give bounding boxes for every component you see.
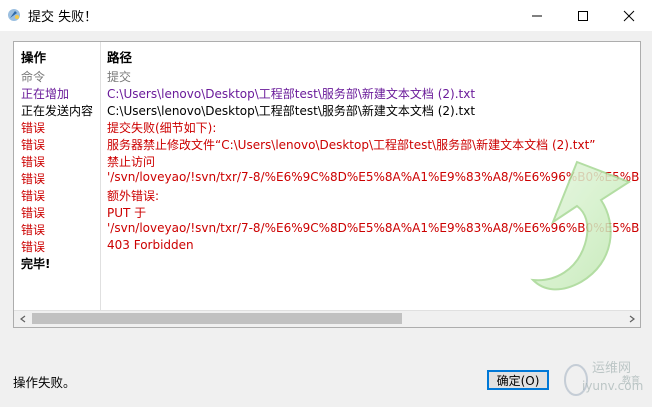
- ok-button[interactable]: 确定(O): [487, 370, 549, 390]
- row-operation: 正在发送内容: [21, 104, 94, 118]
- row-operation: 错误: [21, 240, 46, 254]
- row-operation: 完毕!: [21, 257, 51, 271]
- status-text: 操作失败。: [13, 375, 76, 390]
- minimize-button[interactable]: [514, 0, 560, 31]
- log-list[interactable]: 操作 路径 命令 提交 正在增加 C:\Users\lenovo\Desktop…: [13, 41, 641, 328]
- title-bar: 提交 失败！: [0, 0, 652, 31]
- row-operation: 错误: [21, 155, 46, 169]
- table-row[interactable]: 错误 提交失败(细节如下):: [14, 118, 640, 135]
- row-path: 提交失败(细节如下):: [107, 121, 217, 135]
- table-row[interactable]: 错误 服务器禁止修改文件“C:\Users\lenovo\Desktop\工程部…: [14, 135, 640, 152]
- row-operation: 错误: [21, 223, 46, 237]
- watermark-text-1: 运维网: [592, 361, 631, 376]
- scroll-right-icon[interactable]: [623, 311, 640, 327]
- row-operation: 错误: [21, 206, 46, 220]
- close-button[interactable]: [606, 0, 652, 31]
- row-path: 禁止访问: [107, 155, 156, 169]
- row-operation: 命令: [21, 70, 46, 84]
- row-path: PUT 于: [107, 206, 147, 220]
- row-path: 提交: [107, 70, 132, 84]
- scrollbar-thumb[interactable]: [32, 313, 402, 324]
- commit-arrow-icon: [519, 152, 639, 302]
- table-row[interactable]: 正在增加 C:\Users\lenovo\Desktop\工程部test\服务部…: [14, 84, 640, 101]
- watermark-logo: 运维网 iyunv.com 教育: [560, 352, 652, 403]
- column-header-path[interactable]: 路径: [107, 47, 132, 66]
- row-path: 服务器禁止修改文件“C:\Users\lenovo\Desktop\工程部tes…: [107, 138, 596, 152]
- row-path: C:\Users\lenovo\Desktop\工程部test\服务部\新建文本…: [107, 104, 476, 118]
- watermark-text-3: 教育: [622, 374, 640, 386]
- window-title: 提交 失败！: [28, 10, 98, 25]
- scroll-left-icon[interactable]: [14, 311, 31, 327]
- list-header: 操作 路径: [14, 42, 640, 66]
- row-path: C:\Users\lenovo\Desktop\工程部test\服务部\新建文本…: [107, 87, 476, 101]
- column-header-operation[interactable]: 操作: [21, 47, 46, 66]
- row-operation: 错误: [21, 189, 46, 203]
- row-operation: 正在增加: [21, 87, 70, 101]
- row-operation: 错误: [21, 121, 46, 135]
- row-path: 额外错误:: [107, 189, 160, 203]
- row-operation: 错误: [21, 138, 46, 152]
- maximize-button[interactable]: [560, 0, 606, 31]
- row-operation: 错误: [21, 172, 46, 186]
- horizontal-scrollbar[interactable]: [14, 310, 640, 327]
- table-row[interactable]: 命令 提交: [14, 67, 640, 84]
- row-path: 403 Forbidden: [107, 238, 194, 252]
- tortoisesvn-icon: [6, 7, 22, 23]
- table-row[interactable]: 正在发送内容 C:\Users\lenovo\Desktop\工程部test\服…: [14, 101, 640, 118]
